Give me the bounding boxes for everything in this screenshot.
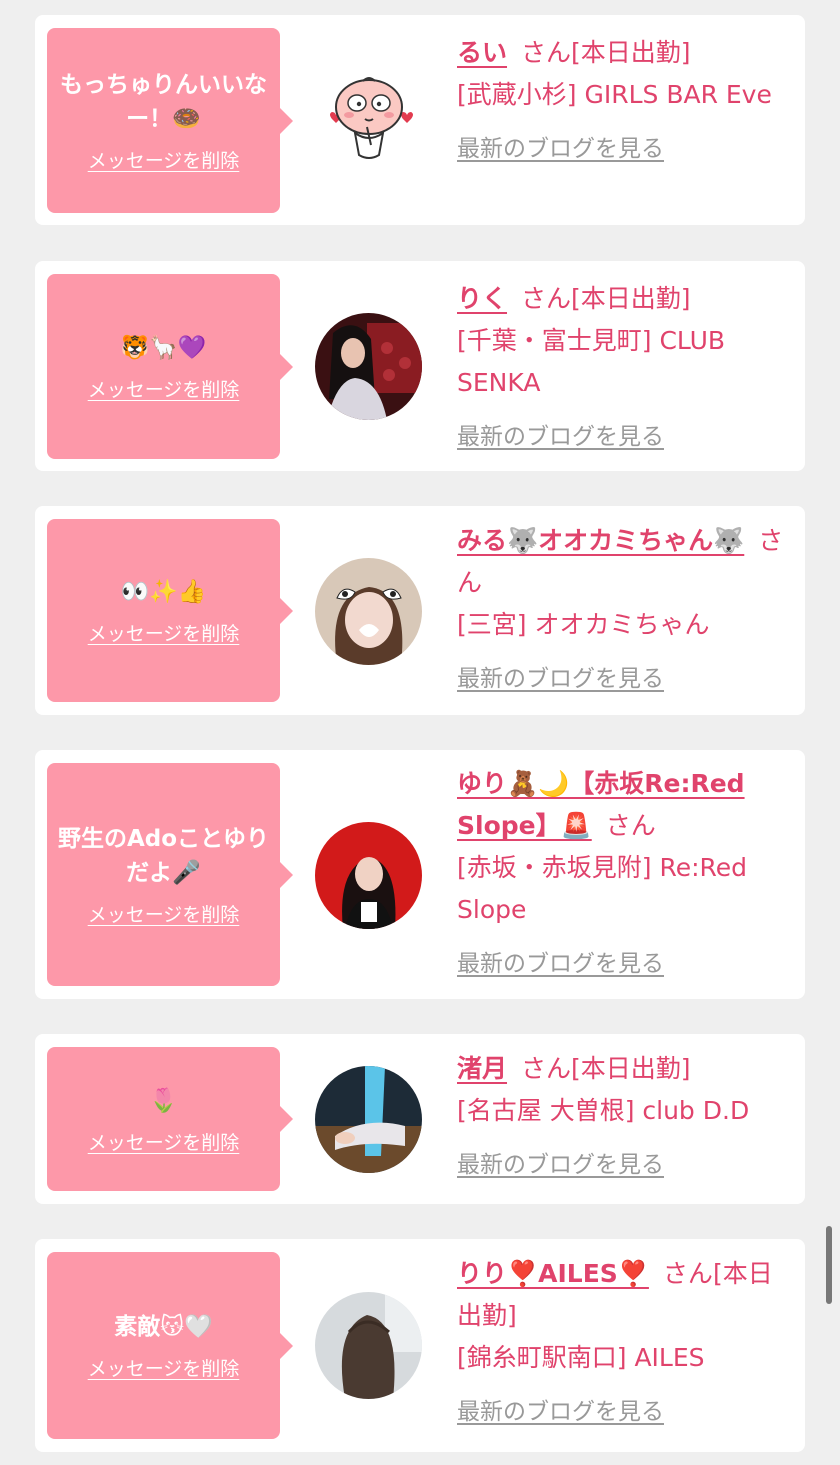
- shop-name: [武蔵小杉] GIRLS BAR Eve: [457, 80, 772, 109]
- latest-blog-link[interactable]: 最新のブログを見る: [457, 1144, 664, 1186]
- san-label: さん: [521, 284, 572, 313]
- shop-name: [千葉・富士見町] CLUB SENKA: [457, 326, 726, 397]
- girl-card-3: 👀✨👍 メッセージを削除 みる🐺オオカミちゃん🐺 さん [三宮] オオカミちゃん …: [35, 506, 805, 715]
- avatar[interactable]: [315, 313, 422, 420]
- shop-name: [錦糸町駅南口] AILES: [457, 1343, 705, 1372]
- avatar[interactable]: [315, 1066, 422, 1173]
- latest-blog-link[interactable]: 最新のブログを見る: [457, 658, 664, 700]
- girl-card-6: 素敵😽🤍 メッセージを削除 りり❣️AILES❣️ さん[本日出勤] [錦糸町駅南…: [35, 1239, 805, 1452]
- girl-card-2: 🐯🦙💜 メッセージを削除 りく さん[本日出勤] [千葉・富士見町] CLUB S…: [35, 261, 805, 471]
- shop-name: [三宮] オオカミちゃん: [457, 610, 710, 639]
- avatar[interactable]: [315, 558, 422, 665]
- delete-message-link[interactable]: メッセージを削除: [88, 900, 240, 927]
- latest-blog-link[interactable]: 最新のブログを見る: [457, 128, 664, 170]
- message-bubble: もっちゅりんいいなー！🍩 メッセージを削除: [47, 28, 293, 213]
- san-label: さん: [521, 38, 572, 67]
- delete-message-link[interactable]: メッセージを削除: [88, 1128, 240, 1155]
- latest-blog-link[interactable]: 最新のブログを見る: [457, 943, 664, 985]
- girl-name-link[interactable]: りり❣️AILES❣️: [457, 1259, 649, 1288]
- message-text: 🐯🦙💜: [120, 335, 207, 361]
- profile-photo-icon: [315, 822, 422, 929]
- message-text: 👀✨👍: [120, 579, 207, 605]
- avatar[interactable]: [315, 1292, 422, 1399]
- message-text: 素敵😽🤍: [114, 1314, 213, 1340]
- message-bubble: 素敵😽🤍 メッセージを削除: [47, 1252, 293, 1439]
- profile-photo-icon: [315, 313, 422, 420]
- profile-photo-icon: [315, 1292, 422, 1399]
- attendance-status: [本日出勤]: [571, 284, 691, 313]
- message-bubble: 🐯🦙💜 メッセージを削除: [47, 274, 293, 459]
- san-label: さん: [662, 1259, 713, 1288]
- san-label: さん: [521, 1054, 572, 1083]
- latest-blog-link[interactable]: 最新のブログを見る: [457, 1391, 664, 1433]
- message-bubble: 👀✨👍 メッセージを削除: [47, 519, 293, 702]
- message-bubble: 野生のAdoことゆりだよ🎤 メッセージを削除: [47, 763, 293, 986]
- girl-name-link[interactable]: るい: [457, 38, 507, 67]
- message-text: 野生のAdoことゆりだよ🎤: [57, 826, 270, 886]
- girl-name-link[interactable]: みる🐺オオカミちゃん🐺: [457, 526, 744, 555]
- attendance-status: [本日出勤]: [571, 1054, 691, 1083]
- attendance-status: [本日出勤]: [571, 38, 691, 67]
- delete-message-link[interactable]: メッセージを削除: [88, 1354, 240, 1381]
- girl-card-5: 🌷 メッセージを削除 渚月 さん[本日出勤] [名古屋 大曽根] club D.D…: [35, 1034, 805, 1204]
- profile-photo-icon: [315, 1066, 422, 1173]
- delete-message-link[interactable]: メッセージを削除: [88, 619, 240, 646]
- message-text: 🌷: [149, 1087, 178, 1114]
- latest-blog-link[interactable]: 最新のブログを見る: [457, 416, 664, 458]
- girl-name-link[interactable]: ゆり🧸🌙【赤坂Re:Red Slope】🚨: [457, 769, 745, 840]
- delete-message-link[interactable]: メッセージを削除: [88, 375, 240, 402]
- avatar[interactable]: [315, 822, 422, 929]
- girl-name-link[interactable]: 渚月: [457, 1054, 507, 1083]
- delete-message-link[interactable]: メッセージを削除: [88, 146, 240, 173]
- message-bubble: 🌷 メッセージを削除: [47, 1047, 293, 1191]
- girl-card-4: 野生のAdoことゆりだよ🎤 メッセージを削除 ゆり🧸🌙【赤坂Re:Red Slo…: [35, 750, 805, 999]
- avatar[interactable]: [315, 67, 422, 174]
- girl-card-1: もっちゅりんいいなー！🍩 メッセージを削除 るい さん[本日出勤] [武蔵小杉] …: [35, 15, 805, 225]
- shop-name: [名古屋 大曽根] club D.D: [457, 1096, 750, 1125]
- scrollbar[interactable]: [826, 1226, 832, 1304]
- san-label: さん: [605, 811, 656, 840]
- shop-name: [赤坂・赤坂見附] Re:Red Slope: [457, 853, 748, 924]
- profile-photo-icon: [315, 558, 422, 665]
- message-text: もっちゅりんいいなー！🍩: [60, 72, 267, 132]
- girl-name-link[interactable]: りく: [457, 284, 507, 313]
- peach-character-sticker-icon: [330, 77, 413, 159]
